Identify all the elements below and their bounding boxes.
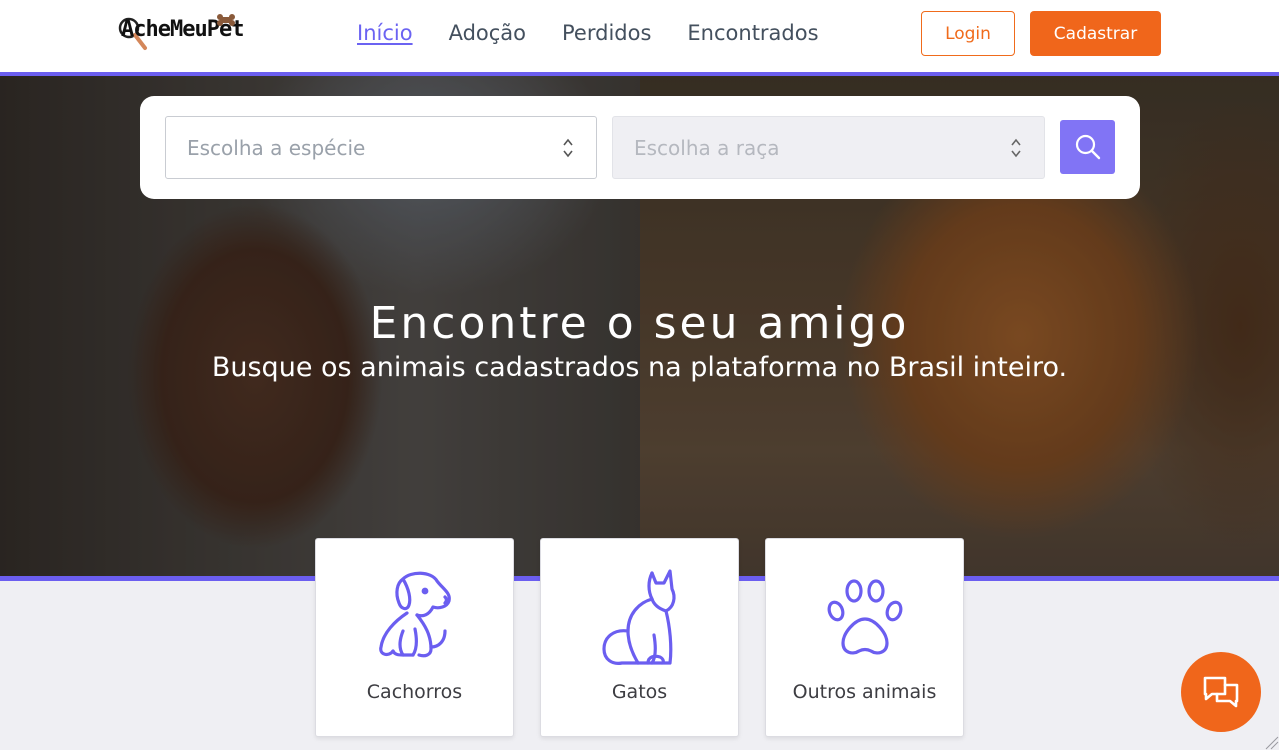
paw-icon xyxy=(827,579,902,655)
nav-inicio[interactable]: Início xyxy=(357,20,413,46)
nav-adocao[interactable]: Adoção xyxy=(449,20,526,46)
bone-logo-icon xyxy=(217,14,235,26)
signup-button[interactable]: Cadastrar xyxy=(1030,11,1161,56)
dog-icon xyxy=(378,571,451,658)
search-panel: Escolha a espécie Escolha a raça xyxy=(140,96,1140,199)
breed-placeholder: Escolha a raça xyxy=(634,136,780,160)
category-label: Gatos xyxy=(611,681,668,703)
nav-encontrados[interactable]: Encontrados xyxy=(687,20,818,46)
category-label: Cachorros xyxy=(366,681,463,703)
login-button[interactable]: Login xyxy=(921,11,1015,56)
species-placeholder: Escolha a espécie xyxy=(187,136,366,160)
chevron-updown-icon xyxy=(563,138,573,158)
chat-icon xyxy=(1203,676,1239,708)
site-header: AcheMeuPet Início Adoção Perdidos Encont… xyxy=(0,0,1279,72)
hero-subtitle: Busque os animais cadastrados na platafo… xyxy=(211,352,1068,383)
search-icon xyxy=(1075,134,1100,160)
logo[interactable]: AcheMeuPet xyxy=(118,14,268,52)
hero-title: Encontre o seu amigo xyxy=(369,298,910,349)
category-card-cats[interactable]: Gatos xyxy=(540,538,739,737)
resize-handle-icon xyxy=(1265,736,1279,750)
breed-select[interactable]: Escolha a raça xyxy=(612,116,1045,179)
category-label: Outros animais xyxy=(792,681,937,703)
search-button[interactable] xyxy=(1060,120,1115,174)
category-card-others[interactable]: Outros animais xyxy=(765,538,964,737)
cat-icon xyxy=(601,569,676,665)
chevron-updown-icon xyxy=(1011,138,1021,158)
chat-button[interactable] xyxy=(1181,652,1261,732)
category-card-dogs[interactable]: Cachorros xyxy=(315,538,514,737)
nav-perdidos[interactable]: Perdidos xyxy=(562,20,651,46)
species-select[interactable]: Escolha a espécie xyxy=(165,116,597,179)
main-nav: Início Adoção Perdidos Encontrados xyxy=(357,20,819,46)
